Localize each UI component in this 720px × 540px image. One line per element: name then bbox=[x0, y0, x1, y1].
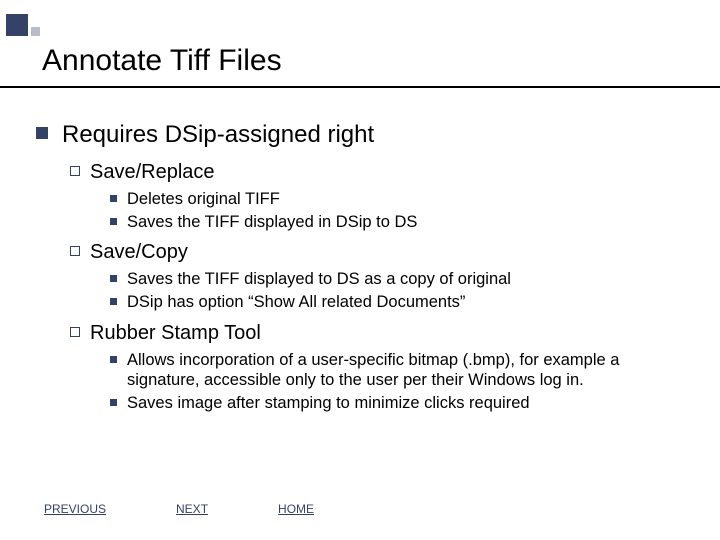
next-link[interactable]: NEXT bbox=[176, 502, 208, 516]
nav-links: PREVIOUS NEXT HOME bbox=[44, 502, 314, 516]
square-bullet-icon bbox=[36, 127, 48, 139]
previous-link[interactable]: PREVIOUS bbox=[44, 502, 106, 516]
square-bullet-icon bbox=[110, 356, 117, 363]
list-item: Save/Copy bbox=[70, 240, 690, 265]
list-item: Deletes original TIFF bbox=[110, 189, 690, 210]
hollow-square-bullet-icon bbox=[70, 166, 80, 176]
list-item: Saves the TIFF displayed in DSip to DS bbox=[110, 212, 690, 233]
decoration-big-square bbox=[6, 14, 28, 36]
list-item-text: Saves the TIFF displayed to DS as a copy… bbox=[127, 269, 511, 290]
slide-title: Annotate Tiff Files bbox=[42, 44, 282, 78]
list-item: Save/Replace bbox=[70, 160, 690, 185]
list-item: Allows incorporation of a user-specific … bbox=[110, 350, 690, 391]
title-underline bbox=[0, 86, 720, 88]
square-bullet-icon bbox=[110, 195, 117, 202]
list-item-text: Requires DSip-assigned right bbox=[62, 120, 374, 150]
list-item: Saves the TIFF displayed to DS as a copy… bbox=[110, 269, 690, 290]
list-item-text: Saves image after stamping to minimize c… bbox=[127, 393, 530, 414]
list-item: Rubber Stamp Tool bbox=[70, 321, 690, 346]
list-item-text: Save/Copy bbox=[90, 240, 188, 265]
hollow-square-bullet-icon bbox=[70, 327, 80, 337]
list-item: Requires DSip-assigned right bbox=[36, 120, 690, 150]
slide-decoration bbox=[6, 14, 40, 36]
home-link[interactable]: HOME bbox=[278, 502, 314, 516]
list-item: DSip has option “Show All related Docume… bbox=[110, 292, 690, 313]
slide-content: Requires DSip-assigned right Save/Replac… bbox=[36, 120, 690, 421]
list-item-text: Deletes original TIFF bbox=[127, 189, 280, 210]
list-item-text: Save/Replace bbox=[90, 160, 215, 185]
list-item-text: Allows incorporation of a user-specific … bbox=[127, 350, 690, 391]
decoration-small-square bbox=[31, 27, 40, 36]
square-bullet-icon bbox=[110, 275, 117, 282]
hollow-square-bullet-icon bbox=[70, 246, 80, 256]
square-bullet-icon bbox=[110, 218, 117, 225]
list-item-text: Rubber Stamp Tool bbox=[90, 321, 261, 346]
square-bullet-icon bbox=[110, 298, 117, 305]
list-item: Saves image after stamping to minimize c… bbox=[110, 393, 690, 414]
square-bullet-icon bbox=[110, 399, 117, 406]
list-item-text: DSip has option “Show All related Docume… bbox=[127, 292, 465, 313]
list-item-text: Saves the TIFF displayed in DSip to DS bbox=[127, 212, 417, 233]
